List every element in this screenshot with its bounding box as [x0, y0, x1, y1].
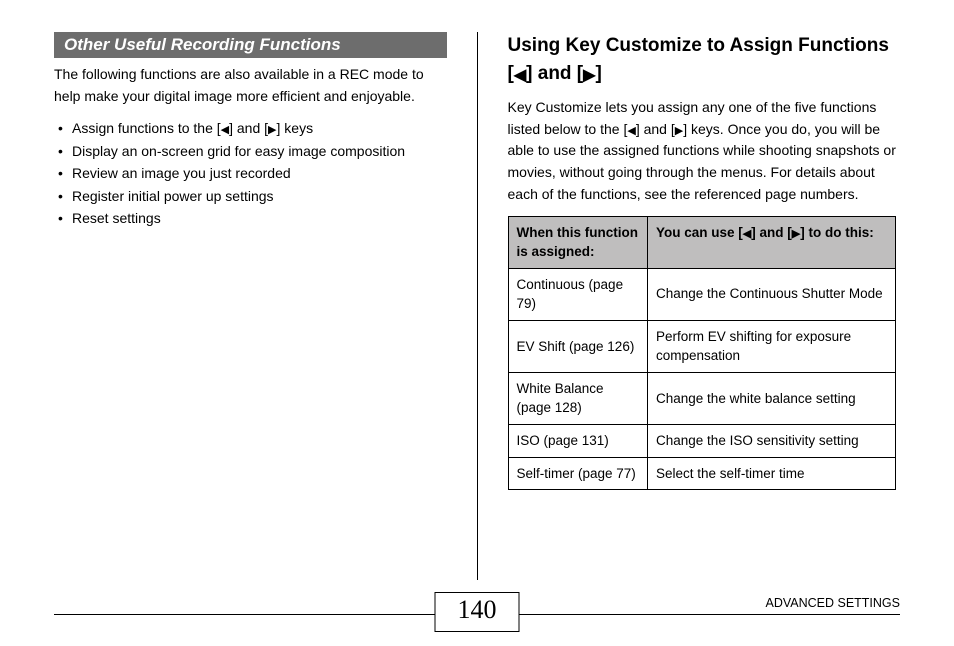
table-header: You can use [◀] and [▶] to do this:	[648, 216, 896, 268]
right-triangle-icon: ▶	[675, 126, 683, 137]
left-triangle-icon: ◀	[743, 229, 751, 240]
table-cell: Continuous (page 79)	[508, 268, 648, 320]
right-triangle-icon: ▶	[583, 68, 595, 84]
header-text: You can use [	[656, 225, 743, 240]
feature-list: Assign functions to the [◀] and [▶] keys…	[54, 117, 447, 229]
bullet-text: ] keys	[277, 120, 314, 136]
column-divider	[477, 32, 478, 580]
table-row: EV Shift (page 126) Perform EV shifting …	[508, 320, 896, 372]
bullet-text: Assign functions to the [	[72, 120, 221, 136]
list-item: Display an on-screen grid for easy image…	[58, 140, 447, 162]
left-triangle-icon: ◀	[627, 126, 635, 137]
bullet-text: ] and [	[229, 120, 268, 136]
table-cell: Self-timer (page 77)	[508, 457, 648, 490]
page-number: 140	[435, 592, 520, 632]
table-cell: Select the self-timer time	[648, 457, 896, 490]
table-cell: Change the white balance setting	[648, 372, 896, 424]
table-cell: Change the ISO sensitivity setting	[648, 425, 896, 458]
header-text: ] and [	[751, 225, 792, 240]
intro-text: ] and [	[636, 121, 675, 137]
list-item: Assign functions to the [◀] and [▶] keys	[58, 117, 447, 139]
table-header-row: When this function is assigned: You can …	[508, 216, 896, 268]
section-heading: Using Key Customize to Assign Functions …	[508, 32, 901, 87]
intro-paragraph: Key Customize lets you assign any one of…	[508, 97, 901, 205]
two-column-layout: Other Useful Recording Functions The fol…	[54, 32, 900, 580]
footer-section-label: ADVANCED SETTINGS	[765, 596, 900, 610]
right-triangle-icon: ▶	[792, 229, 800, 240]
list-item: Review an image you just recorded	[58, 162, 447, 184]
table-row: Self-timer (page 77) Select the self-tim…	[508, 457, 896, 490]
table-row: Continuous (page 79) Change the Continuo…	[508, 268, 896, 320]
table-cell: Change the Continuous Shutter Mode	[648, 268, 896, 320]
left-triangle-icon: ◀	[221, 125, 229, 136]
table-row: ISO (page 131) Change the ISO sensitivit…	[508, 425, 896, 458]
manual-page: Other Useful Recording Functions The fol…	[0, 0, 954, 646]
list-item: Register initial power up settings	[58, 185, 447, 207]
left-triangle-icon: ◀	[514, 68, 526, 84]
table-cell: White Balance (page 128)	[508, 372, 648, 424]
right-column: Using Key Customize to Assign Functions …	[508, 32, 901, 580]
intro-paragraph: The following functions are also availab…	[54, 64, 447, 107]
function-table: When this function is assigned: You can …	[508, 216, 897, 491]
table-cell: ISO (page 131)	[508, 425, 648, 458]
header-text: ] to do this:	[800, 225, 873, 240]
heading-text: ]	[595, 63, 601, 84]
table-cell: EV Shift (page 126)	[508, 320, 648, 372]
table-row: White Balance (page 128) Change the whit…	[508, 372, 896, 424]
list-item: Reset settings	[58, 207, 447, 229]
table-cell: Perform EV shifting for exposure compens…	[648, 320, 896, 372]
table-header: When this function is assigned:	[508, 216, 648, 268]
section-banner: Other Useful Recording Functions	[54, 32, 447, 58]
heading-text: ] and [	[526, 63, 583, 84]
page-footer: 140 ADVANCED SETTINGS	[54, 592, 900, 628]
right-triangle-icon: ▶	[268, 125, 276, 136]
left-column: Other Useful Recording Functions The fol…	[54, 32, 447, 580]
